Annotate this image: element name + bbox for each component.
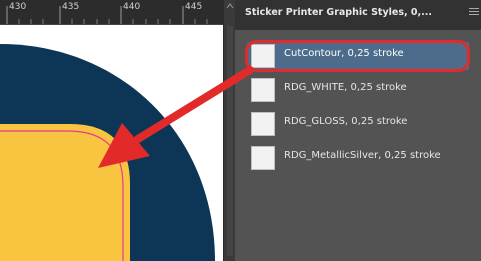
style-item-rdg-white[interactable]: RDG_WHITE, 0,25 stroke [247, 76, 469, 104]
panel-header: Sticker Printer Graphic Styles, 0,... [235, 0, 481, 31]
style-item-rdg-metallic-silver[interactable]: RDG_MetallicSilver, 0,25 stroke [247, 144, 469, 172]
style-swatch [251, 112, 275, 136]
style-label: CutContour, 0,25 stroke [284, 48, 404, 59]
artwork[interactable] [0, 24, 223, 261]
style-item-rdg-gloss[interactable]: RDG_GLOSS, 0,25 stroke [247, 110, 469, 138]
ruler-tick-label: 435 [62, 2, 80, 12]
panel-title[interactable]: Sticker Printer Graphic Styles, 0,... [245, 7, 432, 18]
horizontal-ruler: 430 435 440 445 [0, 0, 223, 25]
styles-list: CutContour, 0,25 stroke RDG_WHITE, 0,25 … [235, 30, 481, 261]
style-label: RDG_WHITE, 0,25 stroke [284, 82, 407, 93]
style-label: RDG_GLOSS, 0,25 stroke [284, 116, 408, 127]
style-label: RDG_MetallicSilver, 0,25 stroke [284, 150, 441, 161]
style-swatch [251, 146, 275, 170]
artboard-canvas[interactable]: 430 435 440 445 [0, 0, 223, 261]
graphic-styles-panel: Sticker Printer Graphic Styles, 0,... Cu… [235, 0, 481, 261]
panel-menu-icon[interactable] [469, 8, 479, 18]
style-swatch [251, 78, 275, 102]
ruler-tick-label: 440 [123, 2, 141, 12]
scroll-up-arrow-icon[interactable] [226, 2, 234, 10]
ruler-tick-label: 430 [9, 2, 27, 12]
yellow-sticker-shape [0, 124, 130, 261]
scroll-track[interactable] [227, 26, 233, 256]
style-swatch [251, 44, 275, 68]
style-item-cutcontour[interactable]: CutContour, 0,25 stroke [247, 42, 469, 70]
ruler-tick-label: 445 [185, 2, 203, 12]
